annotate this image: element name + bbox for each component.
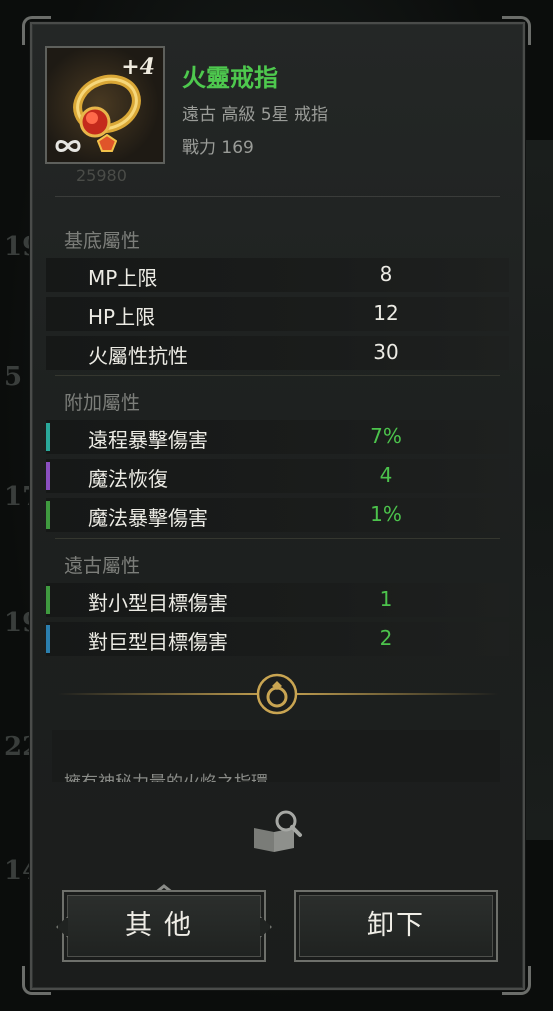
stat-value: 4 bbox=[379, 463, 393, 487]
description-box[interactable]: 擁有神秘力量的火焰之指環 bbox=[52, 730, 500, 782]
infinity-icon bbox=[55, 140, 81, 152]
divider bbox=[55, 375, 500, 376]
stat-label: 對巨型目標傷害 bbox=[88, 630, 228, 654]
item-combat-power: 戰力 169 bbox=[182, 138, 254, 158]
other-button[interactable]: 其他 bbox=[56, 890, 272, 962]
stat-row: 遠程暴擊傷害 7% bbox=[46, 420, 509, 454]
stat-row: HP上限 12 bbox=[46, 297, 509, 331]
item-icon-slot[interactable]: +4 bbox=[45, 46, 165, 164]
stat-row: 火屬性抗性 30 bbox=[46, 336, 509, 370]
bg-inventory-strip bbox=[521, 140, 553, 840]
stat-value: 30 bbox=[373, 340, 399, 364]
frame-corner bbox=[502, 966, 531, 995]
ring-ornament-divider bbox=[58, 673, 498, 715]
stat-value: 8 bbox=[379, 262, 393, 286]
book-search-icon[interactable] bbox=[250, 808, 304, 854]
frame-corner bbox=[502, 16, 531, 45]
stat-value: 1% bbox=[370, 502, 402, 526]
stat-row: 魔法暴擊傷害 1% bbox=[46, 498, 509, 532]
divider bbox=[55, 538, 500, 539]
stat-row: 魔法恢復 4 bbox=[46, 459, 509, 493]
gem-icon bbox=[97, 134, 117, 152]
stat-value: 7% bbox=[370, 424, 402, 448]
enhance-level: +4 bbox=[121, 54, 155, 80]
stat-label: 魔法恢復 bbox=[88, 467, 168, 491]
unequip-button[interactable]: 卸下 bbox=[294, 890, 498, 962]
item-id-text: 25980 bbox=[76, 166, 127, 185]
item-grade-type: 遠古 高級 5星 戒指 bbox=[182, 105, 329, 125]
stat-label: 對小型目標傷害 bbox=[88, 591, 228, 615]
stat-label: MP上限 bbox=[88, 266, 158, 290]
bg-slot-number: 5 bbox=[4, 362, 23, 392]
stat-row: 對小型目標傷害 1 bbox=[46, 583, 509, 617]
stat-value: 1 bbox=[379, 587, 393, 611]
stat-label: 魔法暴擊傷害 bbox=[88, 506, 208, 530]
item-name: 火靈戒指 bbox=[182, 64, 278, 92]
section-title-extra-stats: 附加屬性 bbox=[64, 392, 141, 414]
frame-corner bbox=[22, 16, 51, 45]
stat-row: 對巨型目標傷害 2 bbox=[46, 622, 509, 656]
stat-value: 2 bbox=[379, 626, 393, 650]
description-text: 擁有神秘力量的火焰之指環 bbox=[64, 768, 268, 782]
stat-label: HP上限 bbox=[88, 305, 156, 329]
stat-value: 12 bbox=[373, 301, 399, 325]
other-button-label: 其他 bbox=[125, 910, 203, 941]
stat-label: 火屬性抗性 bbox=[88, 344, 188, 368]
section-title-base-stats: 基底屬性 bbox=[64, 230, 141, 252]
stat-row: MP上限 8 bbox=[46, 258, 509, 292]
stat-label: 遠程暴擊傷害 bbox=[88, 428, 208, 452]
divider bbox=[55, 196, 500, 197]
unequip-button-label: 卸下 bbox=[367, 910, 425, 941]
frame-corner bbox=[22, 966, 51, 995]
section-title-ancient-stats: 遠古屬性 bbox=[64, 555, 141, 577]
